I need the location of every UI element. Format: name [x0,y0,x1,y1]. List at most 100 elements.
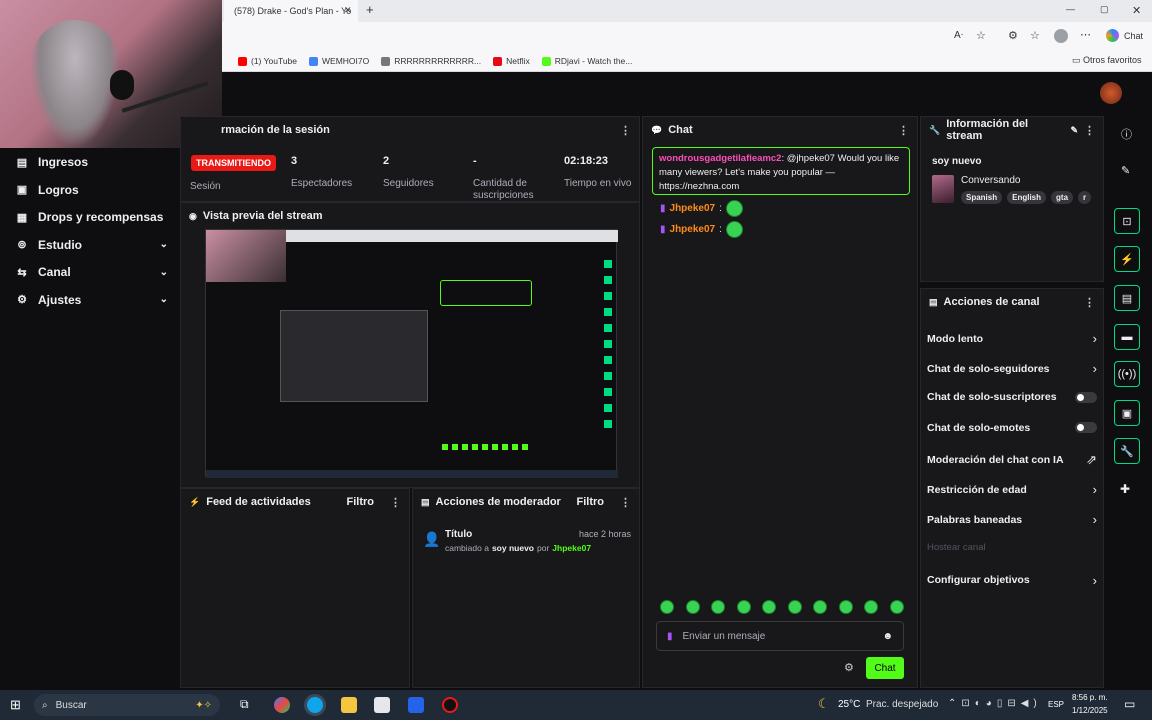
edit-icon[interactable]: ✎ [1070,125,1078,136]
add-widget-icon[interactable]: ✚ [1120,482,1130,496]
clock-date[interactable]: 1/12/2025 [1072,706,1108,715]
toggle-switch[interactable] [1075,422,1097,434]
copilot-app-icon[interactable] [274,697,290,713]
bookmark-item[interactable]: RRRRRRRRRRRRR... [381,56,481,66]
store-icon[interactable] [374,697,390,713]
sidebar-item-drops[interactable]: ▦ Drops y recompensas [16,210,168,224]
rail-wrench-button[interactable]: 🔧 [1114,438,1140,464]
kebab-icon[interactable]: ⋮ [620,496,631,509]
taskbar-search[interactable]: ⌕ Buscar ✦✧ [34,694,220,716]
info-icon[interactable]: ⓘ [1121,126,1132,142]
chevron-down-icon[interactable]: ⌄ [160,294,168,305]
chat-send-button[interactable]: Chat [866,657,904,679]
more-icon[interactable]: ⋯ [1080,28,1091,41]
tag-chip[interactable]: r [1078,191,1092,204]
mail-icon[interactable] [408,697,424,713]
external-link-icon[interactable]: ⇗ [1086,452,1097,468]
chat-settings-icon[interactable]: ⚙ [844,661,854,674]
tag-chip[interactable]: English [1007,191,1047,204]
rail-camera-button[interactable]: ⊡ [1114,208,1140,234]
channel-action-item[interactable]: Chat de solo-emotes [927,422,1097,434]
modactions-filter-button[interactable]: Filtro [577,496,605,508]
copilot-label[interactable]: Chat [1124,31,1143,41]
chevron-right-icon[interactable]: › [1093,573,1097,588]
emote-icon[interactable] [864,600,879,614]
browser-tab[interactable]: (578) Drake - God's Plan - Yo [224,0,358,22]
category-name[interactable]: Conversando [961,175,1020,186]
kebab-icon[interactable]: ⋮ [620,124,631,137]
chevron-down-icon[interactable]: ⌄ [160,267,168,278]
chevron-down-icon[interactable]: ⌄ [160,239,168,250]
chat-message[interactable]: ▮ Jhpeke07: [660,221,743,238]
bookmark-item[interactable]: WEMHOI7O [309,56,369,66]
emote-icon[interactable] [838,600,853,614]
tray-icons[interactable]: ⌃⊡◐◕▯⊟◀) [948,698,1042,709]
mod-user[interactable]: Jhpeke07 [552,543,591,553]
task-view-icon[interactable]: ⧉ [240,697,256,713]
favorites-icon[interactable]: ☆ [1030,29,1040,42]
rail-chat-button[interactable]: ▬ [1114,324,1140,350]
chevron-right-icon[interactable]: › [1093,331,1097,346]
channel-action-item[interactable]: Configurar objetivos › [927,573,1097,588]
channel-action-item[interactable]: Modo lento › [927,331,1097,346]
highlight-user[interactable]: wondrousgadgetilafieamc2 [659,153,781,164]
obs-icon[interactable] [442,697,458,713]
channel-action-item[interactable]: Moderación del chat con IA ⇗ [927,452,1097,468]
emote-icon[interactable] [736,600,751,614]
emote-icon[interactable] [725,221,743,238]
maximize-button[interactable]: ▢ [1100,4,1109,15]
notifications-icon[interactable]: ▭ [1124,697,1135,711]
file-explorer-icon[interactable] [341,697,357,713]
other-favorites[interactable]: ▭ Otros favoritos [1072,55,1142,66]
chevron-right-icon[interactable]: › [1093,482,1097,497]
chat-input[interactable]: ▮ Enviar un mensaje ☻ [656,621,904,651]
sidebar-item-canal[interactable]: ⇆ Canal ⌄ [16,265,168,279]
rail-notes-button[interactable]: ▤ [1114,285,1140,311]
read-aloud-icon[interactable]: Aᐧ [954,30,963,41]
activity-filter-button[interactable]: Filtro [347,496,375,508]
weather-desc[interactable]: Prac. despejado [866,699,938,710]
toggle-switch[interactable] [1075,391,1097,403]
kebab-icon[interactable]: ⋮ [1084,296,1095,309]
emote-icon[interactable] [711,600,726,614]
bookmark-item[interactable]: (1) YouTube [238,56,297,66]
chat-username[interactable]: Jhpeke07 [670,224,716,235]
extensions-icon[interactable]: ⚙ [1008,29,1018,42]
chevron-right-icon[interactable]: › [1093,512,1097,527]
close-window-button[interactable]: ✕ [1132,4,1141,17]
user-avatar[interactable] [1100,82,1122,104]
profile-avatar[interactable] [1054,29,1068,43]
emote-icon[interactable] [889,600,904,614]
channel-action-item[interactable]: Palabras baneadas › [927,512,1097,527]
tag-chip[interactable]: Spanish [961,191,1003,204]
chevron-right-icon[interactable]: › [1093,361,1097,376]
chat-username[interactable]: Jhpeke07 [670,203,716,214]
rail-screen-button[interactable]: ▣ [1114,400,1140,426]
bookmark-item[interactable]: RDjavi - Watch the... [541,56,632,66]
sidebar-item-ajustes[interactable]: ⚙ Ajustes ⌄ [16,293,168,307]
kebab-icon[interactable]: ⋮ [390,496,401,509]
kebab-icon[interactable]: ⋮ [898,124,909,137]
stream-preview-video[interactable] [205,229,618,478]
tag-chip[interactable]: gta [1051,191,1074,204]
emoji-icon[interactable]: ☻ [882,631,893,642]
channel-action-item[interactable]: Chat de solo-seguidores › [927,361,1097,376]
new-tab-button[interactable]: + [366,2,374,17]
star-icon[interactable]: ☆ [976,29,986,42]
channel-action-item[interactable]: Restricción de edad › [927,482,1097,497]
rail-bolt-button[interactable]: ⚡ [1114,246,1140,272]
emote-icon[interactable] [813,600,828,614]
emote-icon[interactable] [725,200,743,217]
emote-icon[interactable] [685,600,700,614]
minimize-button[interactable]: — [1066,4,1075,14]
language-indicator[interactable]: ESP [1048,700,1064,709]
chat-message[interactable]: ▮ Jhpeke07: [660,200,743,217]
emote-icon[interactable] [762,600,777,614]
emote-icon[interactable] [660,600,674,614]
channel-action-item[interactable]: Chat de solo-suscriptores [927,391,1097,403]
edge-icon[interactable] [307,697,323,713]
sidebar-item-ingresos[interactable]: ▤ Ingresos [16,155,168,169]
kebab-icon[interactable]: ⋮ [1084,124,1095,137]
copilot-icon[interactable] [1106,29,1119,42]
windows-start-icon[interactable]: ⊞ [10,697,21,713]
